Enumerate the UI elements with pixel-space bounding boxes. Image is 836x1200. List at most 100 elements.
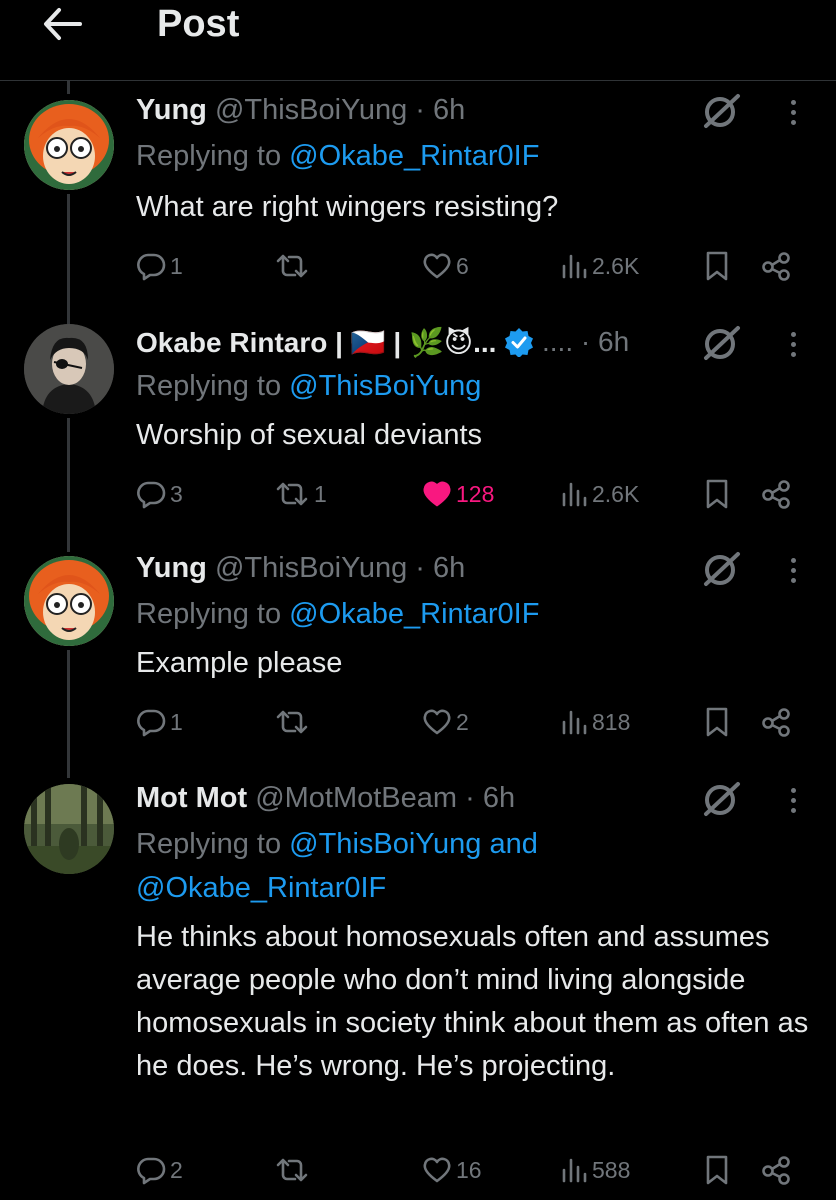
repost-icon (274, 1155, 310, 1185)
bookmark-button[interactable] (704, 702, 730, 742)
avatar[interactable] (24, 100, 114, 190)
author-name[interactable]: Mot Mot (136, 782, 247, 815)
top-bar: Post (0, 0, 836, 81)
share-icon (760, 478, 792, 510)
like-button[interactable]: 6 (422, 246, 469, 286)
like-button[interactable]: 128 (422, 474, 494, 514)
repost-button[interactable] (274, 246, 314, 286)
more-options-button[interactable] (781, 92, 805, 132)
grok-button[interactable] (700, 90, 742, 132)
avatar[interactable] (24, 556, 114, 646)
share-button[interactable] (760, 1150, 792, 1190)
bookmark-button[interactable] (704, 246, 730, 286)
reply-icon (136, 1155, 166, 1185)
dot-icon (790, 109, 796, 115)
reply-count: 3 (170, 480, 183, 507)
reply-count: 1 (170, 708, 183, 735)
page-title: Post (157, 3, 240, 45)
views-button[interactable]: 588 (560, 1150, 630, 1190)
reply-button[interactable]: 1 (136, 246, 183, 286)
replying-to-label: Replying to (136, 370, 290, 402)
heart-icon (422, 251, 452, 281)
reply-tweet[interactable]: Yung @ThisBoiYung · 6h Replying to @Okab… (0, 544, 836, 778)
replying-to-label: Replying to (136, 598, 290, 630)
views-count: 588 (592, 1156, 631, 1183)
bookmark-button[interactable] (704, 1150, 730, 1190)
avatar-cartoon-image (24, 100, 114, 190)
reply-count: 1 (170, 252, 183, 279)
author-name[interactable]: Yung (136, 552, 207, 585)
share-button[interactable] (760, 702, 792, 742)
tweet-text: Worship of sexual deviants (136, 419, 483, 451)
like-count: 128 (456, 480, 495, 507)
action-bar: 3 1 128 2.6K (136, 474, 816, 514)
action-bar: 2 16 588 (136, 1150, 816, 1190)
grok-button[interactable] (700, 778, 742, 820)
replying-to: Replying to @ThisBoiYung and @Okabe_Rint… (136, 822, 538, 910)
author-handle[interactable]: @ThisBoiYung (215, 552, 407, 585)
repost-button[interactable] (274, 702, 314, 742)
repost-icon (274, 707, 310, 737)
post-time[interactable]: · 6h (465, 782, 515, 815)
replying-to-link[interactable]: @ThisBoiYung (289, 370, 481, 402)
views-count: 2.6K (592, 252, 640, 279)
post-time[interactable]: · 6h (415, 94, 465, 127)
more-options-button[interactable] (781, 324, 805, 364)
views-button[interactable]: 2.6K (560, 246, 639, 286)
more-options-button[interactable] (781, 550, 805, 590)
replying-to-link[interactable]: @Okabe_Rintar0IF (289, 598, 539, 630)
replying-to-link[interactable]: @ThisBoiYung and (289, 828, 538, 860)
repost-button[interactable]: 1 (274, 474, 327, 514)
grok-button[interactable] (700, 322, 742, 364)
avatar[interactable] (24, 784, 114, 874)
repost-button[interactable] (274, 1150, 314, 1190)
post-time[interactable]: · 6h (581, 326, 629, 358)
share-button[interactable] (760, 246, 792, 286)
repost-count: 1 (314, 480, 327, 507)
like-button[interactable]: 2 (422, 702, 469, 742)
like-count: 2 (456, 708, 469, 735)
like-button[interactable]: 16 (422, 1150, 482, 1190)
reply-tweet[interactable]: Yung @ThisBoiYung · 6h Replying to @Okab… (0, 90, 836, 300)
author-handle[interactable]: @MotMotBeam (255, 782, 457, 815)
grok-icon (704, 94, 740, 128)
heart-filled-icon (422, 479, 452, 509)
reply-button[interactable]: 1 (136, 702, 183, 742)
views-count: 2.6K (592, 480, 640, 507)
dot-icon (790, 119, 796, 125)
author-handle[interactable]: @ThisBoiYung (215, 94, 407, 127)
reply-tweet[interactable]: Okabe Rintaro | 🇨🇿 | 🌿😈... .... · 6h Rep… (0, 300, 836, 544)
tweet-text: What are right wingers resisting? (136, 191, 559, 223)
reply-button[interactable]: 3 (136, 474, 183, 514)
replying-to-label: Replying to (136, 828, 290, 860)
verified-badge-icon (504, 327, 534, 357)
reply-button[interactable]: 2 (136, 1150, 183, 1190)
thread-line (67, 650, 70, 778)
post-time[interactable]: · 6h (415, 552, 465, 585)
author-handle-truncated[interactable]: .... (542, 326, 573, 358)
repost-icon (274, 251, 310, 281)
share-button[interactable] (760, 474, 792, 514)
reply-icon (136, 251, 166, 281)
avatar[interactable] (24, 324, 114, 414)
back-button[interactable] (40, 4, 84, 44)
views-button[interactable]: 818 (560, 702, 630, 742)
author-row: Okabe Rintaro | 🇨🇿 | 🌿😈... .... · 6h (136, 322, 629, 362)
share-icon (760, 1154, 792, 1186)
grok-icon (704, 326, 740, 360)
author-name[interactable]: Okabe Rintaro | 🇨🇿 | 🌿😈... (136, 326, 496, 359)
reply-tweet[interactable]: Mot Mot @MotMotBeam · 6h Replying to @Th… (0, 778, 836, 1200)
avatar-cartoon-image (24, 556, 114, 646)
author-row: Yung @ThisBoiYung · 6h (136, 548, 465, 588)
bookmark-button[interactable] (704, 474, 730, 514)
replying-to-link[interactable]: @Okabe_Rintar0IF (289, 140, 539, 172)
bookmark-icon (704, 478, 730, 510)
views-icon (560, 707, 588, 737)
views-button[interactable]: 2.6K (560, 474, 639, 514)
replying-to-link[interactable]: @Okabe_Rintar0IF (136, 872, 386, 904)
author-name[interactable]: Yung (136, 94, 207, 127)
grok-button[interactable] (700, 548, 742, 590)
reply-icon (136, 479, 166, 509)
thread-line (67, 194, 70, 300)
more-options-button[interactable] (781, 780, 805, 820)
